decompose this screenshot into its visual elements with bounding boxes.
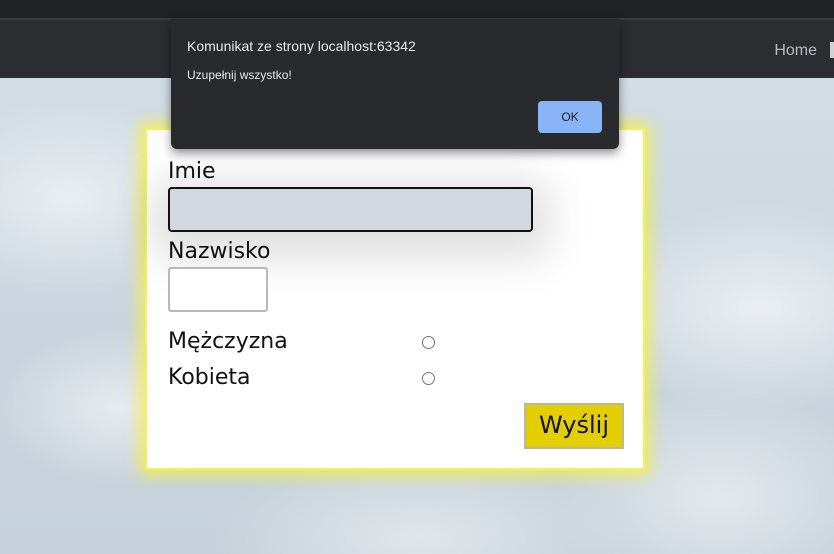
- first-name-input[interactable]: [168, 187, 533, 232]
- gender-female-radio[interactable]: [422, 372, 435, 385]
- nav-edge-item: [830, 42, 834, 58]
- browser-top-strip: [0, 0, 834, 20]
- alert-dialog: Komunikat ze strony localhost:63342 Uzup…: [171, 19, 619, 149]
- registration-form: Imie Nazwisko Mężczyzna Kobieta Wyślij: [145, 128, 645, 470]
- dialog-message: Uzupełnij wszystko!: [187, 68, 292, 82]
- last-name-input[interactable]: [168, 267, 268, 312]
- submit-button[interactable]: Wyślij: [524, 403, 624, 449]
- gender-male-radio[interactable]: [422, 336, 435, 349]
- dialog-ok-button[interactable]: OK: [538, 101, 602, 133]
- nav-home-link[interactable]: Home: [774, 42, 817, 60]
- dialog-title: Komunikat ze strony localhost:63342: [187, 38, 416, 54]
- gender-female-label: Kobieta: [168, 365, 251, 390]
- gender-male-label: Mężczyzna: [168, 329, 288, 354]
- last-name-label: Nazwisko: [168, 239, 271, 264]
- first-name-label: Imie: [168, 159, 216, 184]
